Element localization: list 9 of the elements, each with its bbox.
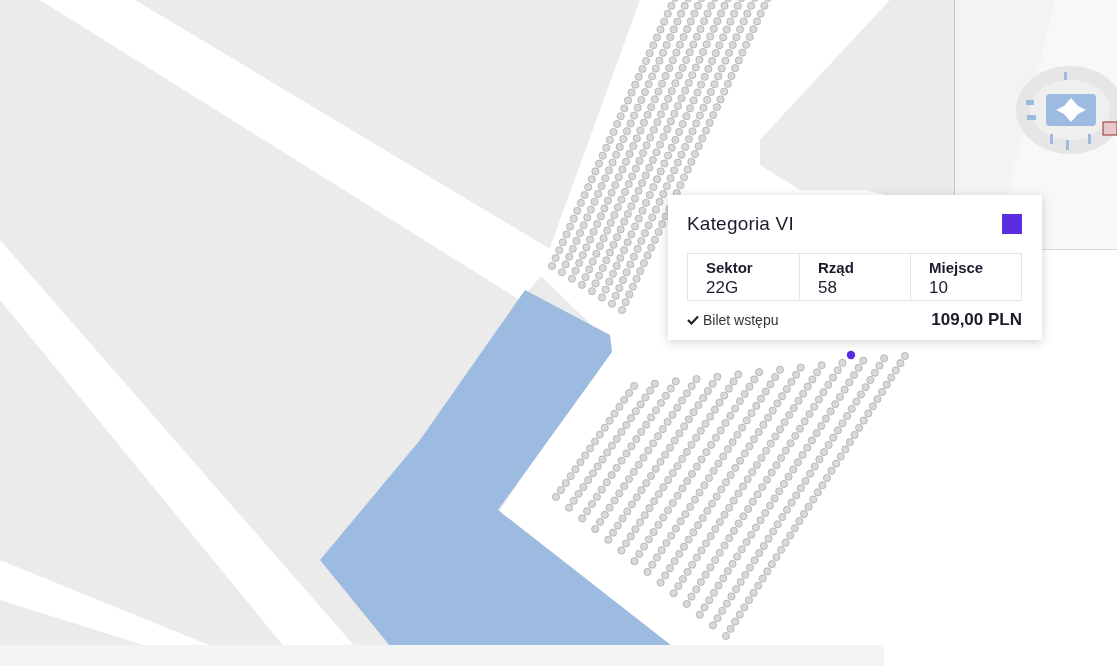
field-label: Miejsce [929, 259, 985, 276]
field-value: 22G [706, 278, 740, 298]
field-label: Rząd [818, 259, 855, 276]
ticket-price: 109,00 PLN [931, 310, 1022, 330]
category-title: Kategoria VI [687, 213, 794, 235]
field-label: Sektor [706, 259, 754, 276]
field-value: 58 [818, 278, 838, 298]
ticket-type: Bilet wstępu [703, 312, 779, 328]
field-value: 10 [929, 278, 949, 298]
